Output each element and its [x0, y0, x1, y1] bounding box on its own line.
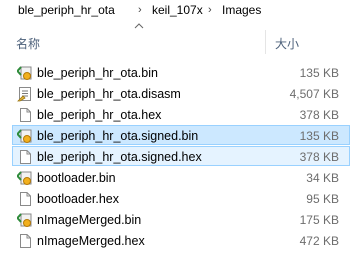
bin-file-icon: [17, 66, 32, 80]
file-size: 4,507 KB: [289, 87, 339, 101]
file-name: bootloader.hex: [37, 192, 120, 206]
file-row[interactable]: ble_periph_hr_ota.bin 135 KB: [12, 62, 350, 82]
generic-file-icon: [20, 150, 31, 164]
file-row[interactable]: ble_periph_hr_ota.disasm 4,507 KB: [12, 83, 350, 103]
file-row[interactable]: bootloader.bin 34 KB: [12, 167, 350, 187]
breadcrumb-item-keil-107x[interactable]: keil_107x: [152, 0, 203, 20]
column-header-name[interactable]: 名称: [16, 35, 40, 52]
generic-file-icon: [20, 234, 31, 248]
file-name: ble_periph_hr_ota.signed.bin: [37, 129, 199, 143]
file-row[interactable]: ble_periph_hr_ota.signed.bin 135 KB: [12, 125, 350, 145]
breadcrumb-item-ble-periph-hr-ota[interactable]: ble_periph_hr_ota: [18, 0, 115, 20]
file-row[interactable]: bootloader.hex 95 KB: [12, 188, 350, 208]
file-size: 175 KB: [299, 213, 339, 227]
file-row[interactable]: ble_periph_hr_ota.hex 378 KB: [12, 104, 350, 124]
file-name: ble_periph_hr_ota.signed.hex: [37, 150, 202, 164]
bin-file-icon: [17, 213, 32, 227]
breadcrumb-separator-icon[interactable]: ›: [208, 0, 212, 20]
column-header-row: 名称 大小: [0, 30, 350, 54]
file-size: 95 KB: [306, 192, 339, 206]
file-size: 34 KB: [306, 171, 339, 185]
file-name: nImageMerged.bin: [37, 213, 142, 227]
breadcrumb: ble_periph_hr_ota › keil_107x › Images: [0, 0, 350, 20]
file-size: 472 KB: [299, 234, 339, 248]
breadcrumb-item-images[interactable]: Images: [222, 0, 261, 20]
file-row[interactable]: nImageMerged.bin 175 KB: [12, 209, 350, 229]
file-size: 135 KB: [299, 66, 339, 80]
bin-file-icon: [17, 171, 32, 185]
file-row[interactable]: nImageMerged.hex 472 KB: [12, 230, 350, 250]
file-size: 378 KB: [299, 150, 339, 164]
breadcrumb-separator-icon[interactable]: ›: [138, 0, 142, 20]
text-document-icon: [17, 87, 31, 102]
file-size: 135 KB: [299, 129, 339, 143]
file-name: nImageMerged.hex: [37, 234, 145, 248]
bin-file-icon: [17, 129, 32, 143]
column-divider[interactable]: [265, 30, 266, 54]
column-header-size[interactable]: 大小: [275, 35, 299, 52]
file-name: ble_periph_hr_ota.bin: [37, 66, 158, 80]
file-name: ble_periph_hr_ota.hex: [37, 108, 162, 122]
file-name: ble_periph_hr_ota.disasm: [37, 87, 181, 101]
file-name: bootloader.bin: [37, 171, 116, 185]
sort-ascending-icon: [134, 23, 144, 29]
generic-file-icon: [20, 108, 31, 122]
generic-file-icon: [20, 192, 31, 206]
file-row[interactable]: ble_periph_hr_ota.signed.hex 378 KB: [12, 146, 350, 166]
file-size: 378 KB: [299, 108, 339, 122]
